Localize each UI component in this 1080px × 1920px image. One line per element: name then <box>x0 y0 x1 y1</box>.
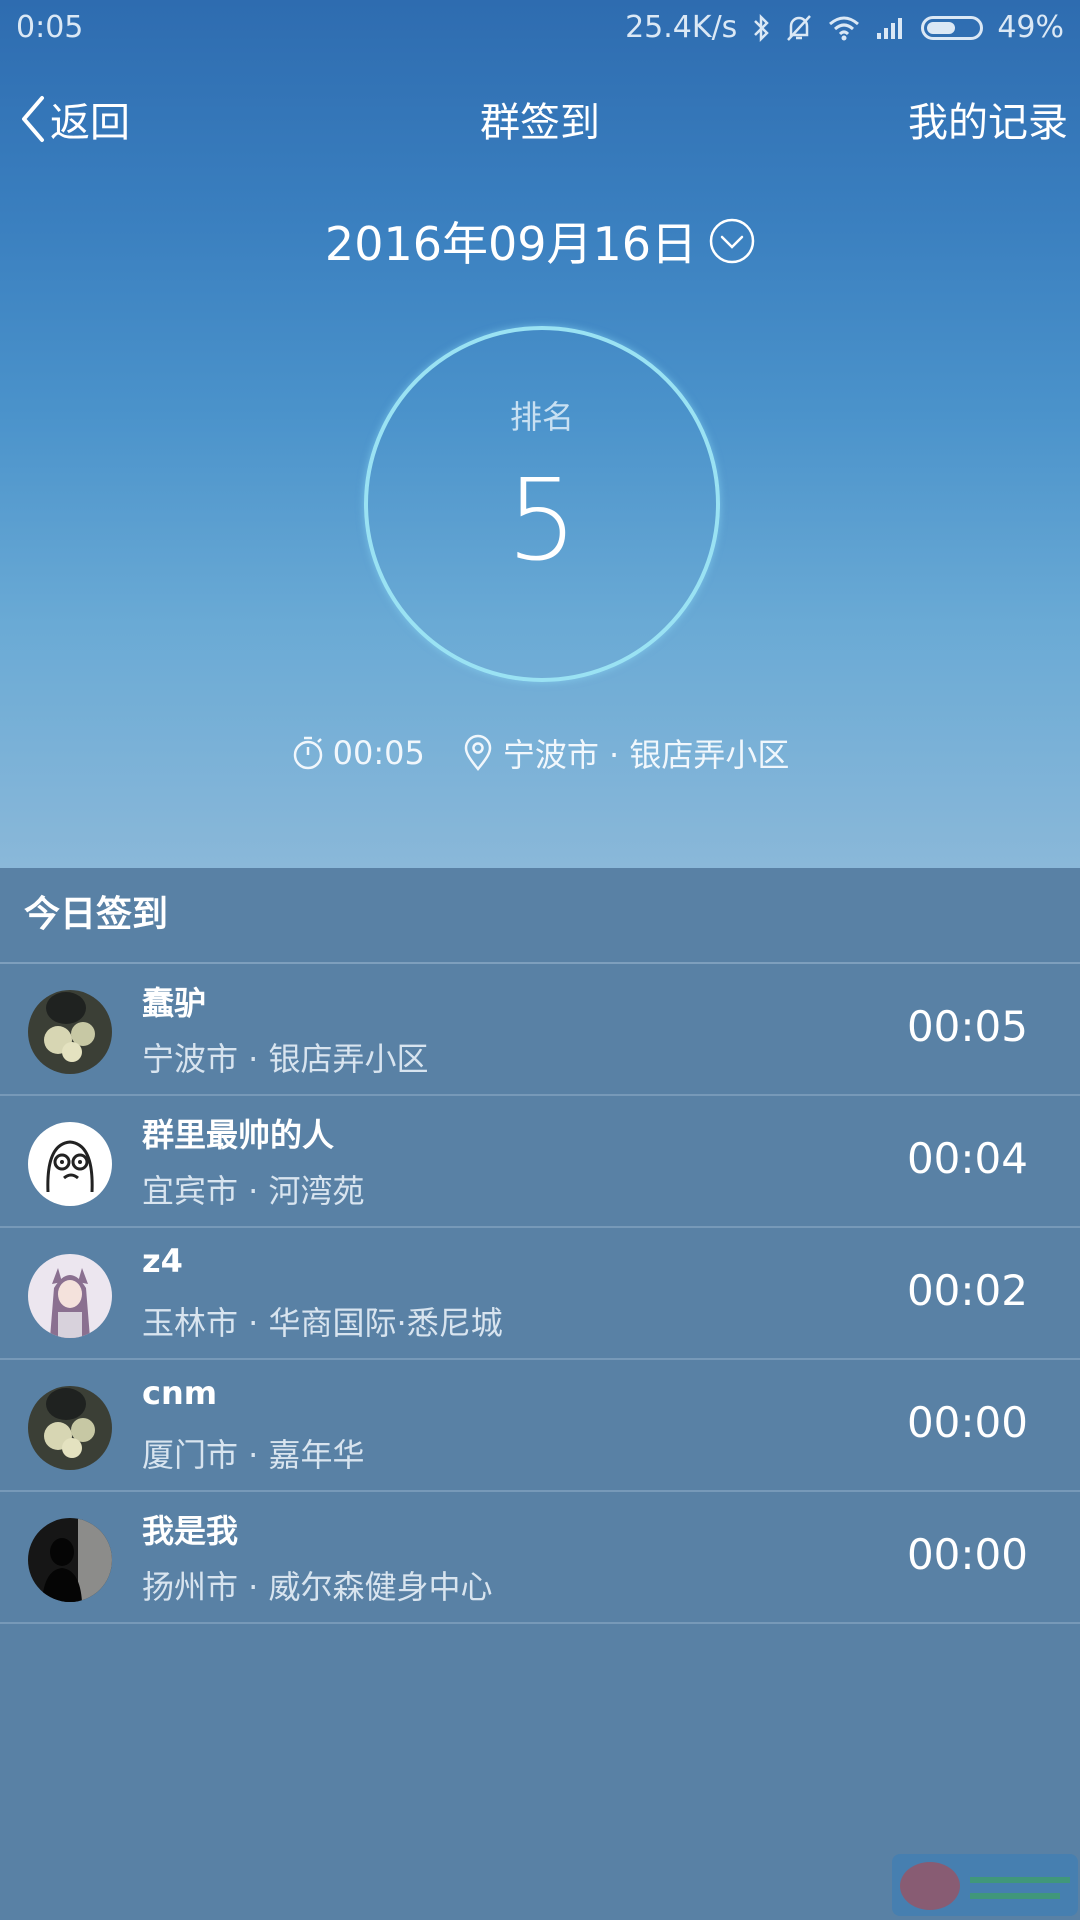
status-time: 0:05 <box>16 10 84 45</box>
row-location: 宁波市 · 银店弄小区 <box>142 1040 429 1078</box>
row-name: 我是我 <box>142 1512 239 1550</box>
nav-bar: 返回 群签到 我的记录 <box>0 82 1080 152</box>
signal-icon <box>877 17 903 39</box>
row-location: 宜宾市 · 河湾苑 <box>142 1172 365 1210</box>
row-location: 玉林市 · 华商国际·悉尼城 <box>142 1304 503 1342</box>
row-time: 00:05 <box>906 1002 1028 1051</box>
bluetooth-icon <box>754 13 770 42</box>
list-item[interactable]: 我是我 扬州市 · 威尔森健身中心 00:00 <box>0 1492 1080 1624</box>
my-records-button[interactable]: 我的记录 <box>908 90 1068 148</box>
avatar[interactable] <box>28 1518 112 1602</box>
list-item[interactable]: 蠢驴 宁波市 · 银店弄小区 00:05 <box>0 964 1080 1096</box>
row-time: 00:02 <box>906 1266 1028 1315</box>
status-bar: 0:05 25.4K/s 49% <box>0 0 1080 58</box>
row-time: 00:00 <box>906 1530 1028 1579</box>
rank-circle: 排名 5 <box>364 326 720 682</box>
row-time: 00:00 <box>906 1398 1028 1447</box>
net-speed: 25.4K/s <box>625 10 738 45</box>
avatar[interactable] <box>28 1254 112 1338</box>
rank-value: 5 <box>506 456 578 586</box>
battery-percent: 49% <box>997 10 1064 45</box>
mute-bell-icon <box>787 14 812 41</box>
avatar[interactable] <box>28 990 112 1074</box>
checkin-meta: 00:05 宁波市 · 银店弄小区 <box>0 730 1080 776</box>
list-item[interactable]: 群里最帅的人 宜宾市 · 河湾苑 00:04 <box>0 1096 1080 1228</box>
row-name: z4 <box>142 1242 183 1280</box>
watermark-logo <box>892 1854 1078 1916</box>
battery-icon <box>921 15 984 40</box>
row-name: 蠢驴 <box>142 984 207 1022</box>
row-time: 00:04 <box>906 1134 1028 1183</box>
date-text: 2016年09月16日 <box>324 217 698 271</box>
list-item[interactable]: cnm 厦门市 · 嘉年华 00:00 <box>0 1360 1080 1492</box>
rank-label: 排名 <box>509 398 574 436</box>
stopwatch-icon <box>293 736 322 770</box>
checkin-location: 宁波市 · 银店弄小区 <box>502 736 790 774</box>
avatar[interactable] <box>28 1122 112 1206</box>
row-name: cnm <box>142 1374 218 1412</box>
chevron-down-circle-icon[interactable] <box>709 218 755 264</box>
today-checkin-list: 今日签到 蠢驴 宁波市 · 银店弄小区 00:05 群里最帅的人 宜宾市 · 河… <box>0 868 1080 1920</box>
row-location: 扬州市 · 威尔森健身中心 <box>142 1568 493 1606</box>
list-item[interactable]: z4 玉林市 · 华商国际·悉尼城 00:02 <box>0 1228 1080 1360</box>
row-location: 厦门市 · 嘉年华 <box>142 1436 365 1474</box>
list-header: 今日签到 <box>0 868 1080 964</box>
row-name: 群里最帅的人 <box>142 1116 335 1154</box>
checkin-time: 00:05 <box>332 734 425 772</box>
date-selector[interactable]: 2016年09月16日 <box>0 208 1080 274</box>
wifi-icon <box>829 16 860 40</box>
location-pin-icon <box>464 734 492 771</box>
avatar[interactable] <box>28 1386 112 1470</box>
